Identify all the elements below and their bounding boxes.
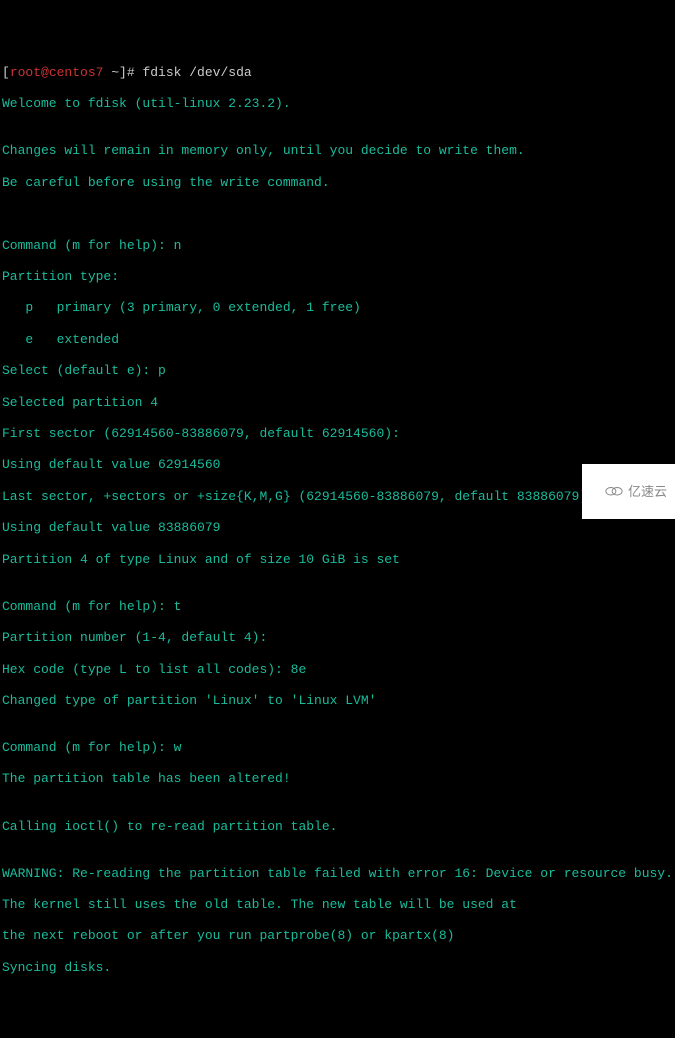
terminal-output-line: Select (default e): p	[2, 363, 673, 379]
terminal-output-line: First sector (62914560-83886079, default…	[2, 426, 673, 442]
terminal-output-line: Be careful before using the write comman…	[2, 175, 673, 191]
terminal-output-line: Changed type of partition 'Linux' to 'Li…	[2, 693, 673, 709]
prompt-user-host: root@centos7	[10, 65, 104, 80]
terminal-output-line: Selected partition 4	[2, 395, 673, 411]
cloud-icon	[590, 467, 624, 516]
terminal-output-line: e extended	[2, 332, 673, 348]
terminal-output-line: The partition table has been altered!	[2, 771, 673, 787]
terminal-output-line: WARNING: Re-reading the partition table …	[2, 866, 673, 882]
prompt-command: fdisk /dev/sda	[142, 65, 251, 80]
terminal-output-line: Calling ioctl() to re-read partition tab…	[2, 819, 673, 835]
terminal-output-line: Welcome to fdisk (util-linux 2.23.2).	[2, 96, 673, 112]
terminal-output-line: Last sector, +sectors or +size{K,M,G} (6…	[2, 489, 673, 505]
prompt-path-close: ~]#	[103, 65, 142, 80]
prompt-open-bracket: [	[2, 65, 10, 80]
terminal-output-line: Partition number (1-4, default 4):	[2, 630, 673, 646]
terminal-prompt-line: [root@centos7 ~]# fdisk /dev/sda	[2, 65, 673, 81]
terminal-output-line: Command (m for help): n	[2, 238, 673, 254]
watermark-badge: 亿速云	[582, 464, 675, 519]
terminal-output-line: Command (m for help): t	[2, 599, 673, 615]
terminal-output-line: Hex code (type L to list all codes): 8e	[2, 662, 673, 678]
terminal-output-line: Syncing disks.	[2, 960, 673, 976]
watermark-text: 亿速云	[628, 484, 667, 500]
terminal-output-line: Using default value 83886079	[2, 520, 673, 536]
terminal-output-line: the next reboot or after you run partpro…	[2, 928, 673, 944]
terminal-output-line: Partition type:	[2, 269, 673, 285]
terminal-output-line: Partition 4 of type Linux and of size 10…	[2, 552, 673, 568]
terminal-output-line: p primary (3 primary, 0 extended, 1 free…	[2, 300, 673, 316]
terminal-output-line: Using default value 62914560	[2, 457, 673, 473]
terminal-output-line: Changes will remain in memory only, unti…	[2, 143, 673, 159]
terminal-output-line: The kernel still uses the old table. The…	[2, 897, 673, 913]
terminal-output-line: Command (m for help): w	[2, 740, 673, 756]
